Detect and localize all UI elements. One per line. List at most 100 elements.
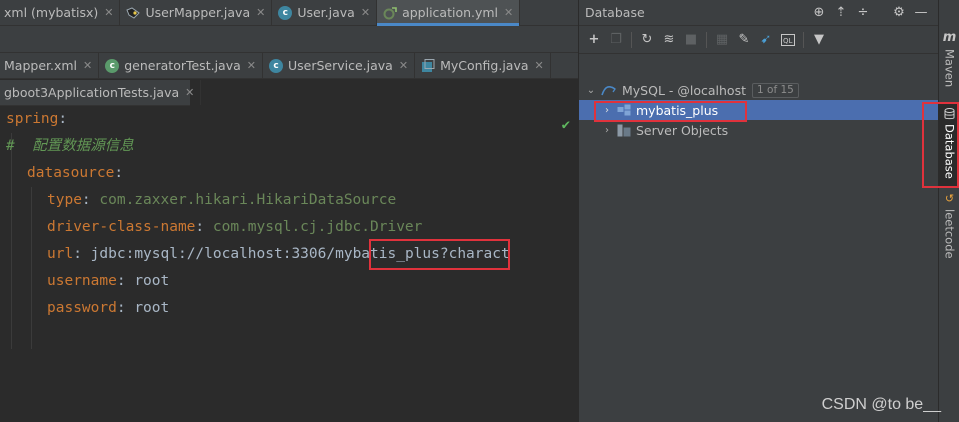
- tab-mybatisx-xml[interactable]: xml (mybatisx) ✕: [0, 0, 121, 25]
- code-line-4: type: com.zaxxer.hikari.HikariDataSource: [47, 192, 397, 208]
- editor-tab-row-2: Mapper.xml ✕ c generatorTest.java ✕ c Us…: [0, 53, 578, 79]
- editor-area: xml (mybatisx) ✕ UserMapper.java ✕ c Use…: [0, 0, 578, 422]
- close-icon[interactable]: ✕: [104, 6, 113, 19]
- tab-label: UserService.java: [287, 58, 393, 73]
- schema-count-badge[interactable]: 1 of 15: [752, 82, 799, 98]
- yaml-key: spring: [6, 111, 59, 127]
- close-icon[interactable]: ✕: [256, 6, 265, 19]
- tab-label: Mapper.xml: [4, 58, 78, 73]
- yaml-value: com.mysql.cj.jdbc.Driver: [212, 219, 423, 235]
- tab-label: MyConfig.java: [440, 58, 529, 73]
- new-plus-icon[interactable]: +: [583, 29, 605, 51]
- close-icon[interactable]: ✕: [504, 6, 513, 19]
- yaml-value: com.zaxxer.hikari.HikariDataSource: [99, 192, 397, 208]
- tab-label: xml (mybatisx): [4, 5, 99, 20]
- close-icon[interactable]: ✕: [361, 6, 370, 19]
- hide-panel-icon[interactable]: —: [910, 5, 932, 20]
- filter-icon[interactable]: ▼: [808, 29, 830, 51]
- editor-tab-row-1: xml (mybatisx) ✕ UserMapper.java ✕ c Use…: [0, 0, 578, 26]
- close-icon[interactable]: ✕: [83, 59, 92, 72]
- tab-application-tests-java[interactable]: gboot3ApplicationTests.java ✕: [0, 80, 202, 105]
- tab-label: User.java: [297, 5, 355, 20]
- tab-label: application.yml: [402, 5, 499, 20]
- tree-item-server-objects[interactable]: › Server Objects: [579, 120, 938, 140]
- refresh-icon[interactable]: ↻: [636, 29, 658, 51]
- tab-label: UserMapper.java: [145, 5, 251, 20]
- maven-icon: m: [942, 30, 957, 45]
- stripe-label: leetcode: [942, 209, 957, 259]
- panel-title: Database: [585, 5, 645, 20]
- code-line-7: username: root: [47, 273, 170, 289]
- highlight-box-schema: [594, 101, 747, 122]
- query-console-icon[interactable]: QL: [777, 29, 799, 51]
- mapper-interface-icon: [126, 6, 141, 19]
- tab-user-java[interactable]: c User.java ✕: [272, 0, 378, 25]
- duplicate-icon[interactable]: ❐: [605, 29, 627, 51]
- settings-gear-icon[interactable]: ⚙: [888, 5, 910, 20]
- yaml-key: username: [47, 273, 117, 289]
- yaml-key: driver-class-name: [47, 219, 196, 235]
- collapse-all-icon[interactable]: ÷: [852, 5, 874, 20]
- editor-tab-row-3: gboot3ApplicationTests.java ✕: [0, 80, 202, 106]
- jump-to-source-icon[interactable]: ➹: [755, 29, 777, 51]
- watermark: CSDN @to be__: [821, 396, 941, 413]
- yaml-config-icon: [383, 6, 397, 19]
- chevron-right-icon[interactable]: ›: [601, 125, 613, 136]
- yaml-key: password: [47, 300, 117, 316]
- close-icon[interactable]: ✕: [247, 59, 256, 72]
- close-icon[interactable]: ✕: [535, 59, 544, 72]
- code-line-3: datasource:: [27, 165, 124, 181]
- schema-sync-icon[interactable]: ≋: [658, 29, 680, 51]
- java-class-icon: c: [278, 5, 293, 20]
- close-icon[interactable]: ✕: [185, 86, 194, 99]
- chevron-down-icon[interactable]: ⌄: [585, 85, 597, 96]
- tab-mapper-xml[interactable]: Mapper.xml ✕: [0, 53, 100, 78]
- right-tool-stripe: m Maven Database ↺ leetcode: [938, 0, 959, 422]
- java-test-icon: c: [105, 58, 120, 73]
- tab-myconfig-java[interactable]: MyConfig.java ✕: [415, 53, 551, 78]
- add-target-icon[interactable]: ⊕: [808, 5, 830, 20]
- expand-all-icon[interactable]: ⇡: [830, 5, 852, 20]
- edit-pencil-icon[interactable]: ✎: [733, 29, 755, 51]
- stripe-leetcode[interactable]: ↺ leetcode: [939, 192, 959, 259]
- yaml-key: datasource: [27, 165, 115, 181]
- tab-label: gboot3ApplicationTests.java: [4, 85, 180, 100]
- code-line-5: driver-class-name: com.mysql.cj.jdbc.Dri…: [47, 219, 423, 235]
- yaml-key: type: [47, 192, 82, 208]
- yaml-comment: # 配置数据源信息: [6, 138, 134, 154]
- mysql-datasource-icon: [601, 83, 617, 97]
- code-editor[interactable]: ✔ spring: # 配置数据源信息 datasource: type: co…: [0, 106, 578, 422]
- yaml-value: root: [134, 273, 170, 289]
- config-class-icon: [422, 58, 435, 72]
- table-editor-icon[interactable]: ▦: [711, 29, 733, 51]
- close-icon[interactable]: ✕: [399, 59, 408, 72]
- highlight-box-database-tab: [922, 102, 959, 188]
- yaml-value: jdbc:mysql://localhost:3306: [90, 246, 327, 262]
- leetcode-icon: ↺: [944, 192, 955, 205]
- database-tree: ⌄ MySQL - @localhost 1 of 15 › mybatis_p…: [579, 80, 938, 140]
- code-line-2: # 配置数据源信息: [6, 133, 134, 160]
- tree-root-mysql-localhost[interactable]: ⌄ MySQL - @localhost 1 of 15: [579, 80, 938, 100]
- highlight-box-db-name: [369, 239, 510, 270]
- code-line-1: spring:: [6, 111, 68, 127]
- svg-text:QL: QL: [783, 37, 793, 45]
- database-panel-header: Database ⊕ ⇡ ÷ ⚙ —: [579, 0, 938, 26]
- yaml-value: root: [134, 300, 170, 316]
- tab-generatortest-java[interactable]: c generatorTest.java ✕: [99, 53, 263, 78]
- tab-usermapper-java[interactable]: UserMapper.java ✕: [120, 0, 273, 25]
- database-tool-window: Database ⊕ ⇡ ÷ ⚙ — + ❐ ↻ ≋ ■ ▦ ✎ ➹ QL ▼ …: [578, 0, 938, 422]
- tab-userservice-java[interactable]: c UserService.java ✕: [263, 53, 416, 78]
- code-line-8: password: root: [47, 300, 170, 316]
- no-problems-check-icon: ✔: [561, 117, 570, 133]
- database-toolbar: + ❐ ↻ ≋ ■ ▦ ✎ ➹ QL ▼: [579, 26, 938, 54]
- tree-item-label: Server Objects: [636, 122, 729, 138]
- stop-icon[interactable]: ■: [680, 29, 702, 51]
- java-class-icon: c: [268, 58, 283, 73]
- stripe-maven[interactable]: m Maven: [939, 30, 959, 87]
- tab-application-yml[interactable]: application.yml ✕: [377, 0, 521, 26]
- tab-label: generatorTest.java: [124, 58, 241, 73]
- server-objects-icon: [617, 124, 631, 137]
- tree-root-label: MySQL - @localhost: [622, 82, 746, 98]
- stripe-label: Maven: [942, 49, 957, 88]
- yaml-key: url: [47, 246, 74, 262]
